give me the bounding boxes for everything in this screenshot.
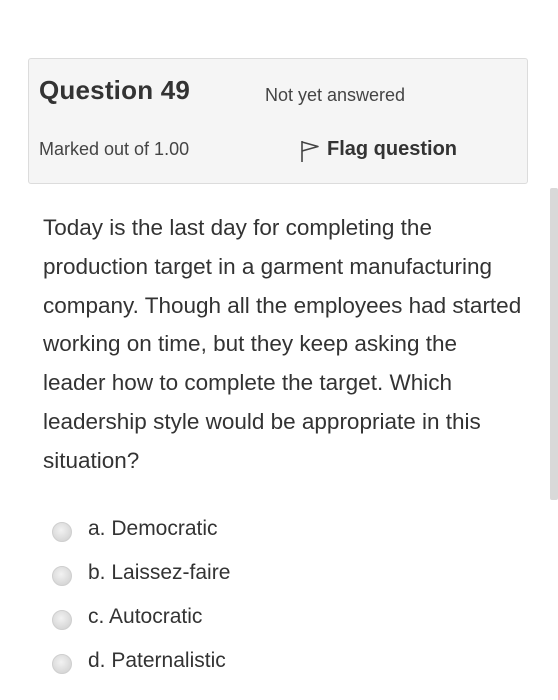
- flag-question-label: Flag question: [327, 137, 457, 160]
- scrollbar[interactable]: [550, 188, 558, 500]
- radio-button[interactable]: [52, 654, 72, 674]
- answer-label: d. Paternalistic: [88, 649, 226, 672]
- answer-label: b. Laissez-faire: [88, 561, 231, 584]
- question-state: Not yet answered: [265, 85, 406, 105]
- radio-button[interactable]: [52, 522, 72, 542]
- question-grade: Marked out of 1.00: [39, 139, 190, 159]
- answer-option-b[interactable]: b. Laissez-faire: [52, 551, 230, 595]
- flag-question-button[interactable]: Flag question: [299, 135, 457, 163]
- question-title-prefix: Question: [39, 75, 161, 105]
- flag-outline-icon: [301, 141, 319, 162]
- answer-option-c[interactable]: c. Autocratic: [52, 595, 230, 639]
- radio-button[interactable]: [52, 610, 72, 630]
- question-title: Question 49: [39, 75, 190, 106]
- question-text: Today is the last day for completing the…: [43, 215, 522, 473]
- answer-option-d[interactable]: d. Paternalistic: [52, 639, 230, 683]
- answer-label: c. Autocratic: [88, 605, 203, 628]
- question-number: 49: [160, 75, 191, 105]
- radio-button[interactable]: [52, 566, 72, 586]
- answer-list: a. Democratic b. Laissez-faire c. Autocr…: [52, 507, 230, 683]
- question-info-box: Question 49 Not yet answered Marked out …: [28, 58, 528, 184]
- quiz-page: Question 49 Not yet answered Marked out …: [0, 0, 558, 700]
- answer-label: a. Democratic: [88, 517, 218, 540]
- answer-option-a[interactable]: a. Democratic: [52, 507, 230, 551]
